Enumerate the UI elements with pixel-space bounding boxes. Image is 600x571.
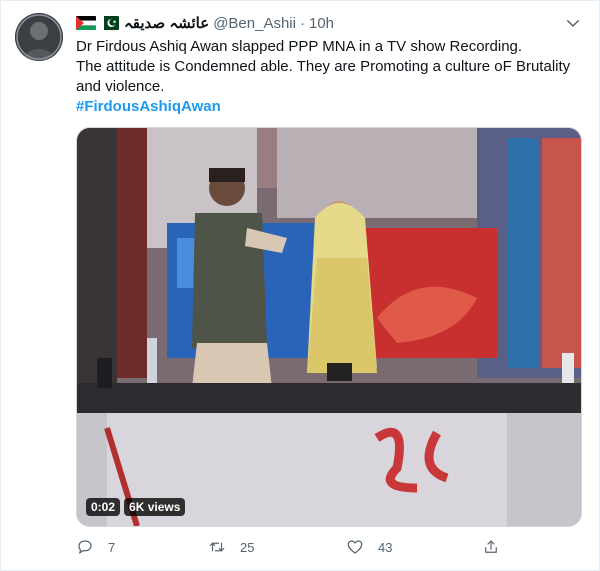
video-stats: 0:02 6K views	[86, 498, 186, 516]
retweet-icon	[209, 542, 225, 552]
separator-dot: ·	[299, 14, 305, 32]
pakistan-flag-icon	[99, 16, 119, 30]
user-handle[interactable]: @Ben_Ashii	[213, 15, 296, 32]
tweet-line-1: Dr Firdous Ashiq Awan slapped PPP MNA in…	[76, 38, 523, 55]
tweet-header: عائشہ صدیقہ @Ben_Ashii · 10h	[76, 13, 560, 33]
retweet-button[interactable]: 25	[208, 538, 254, 556]
reply-icon	[78, 540, 92, 554]
like-button[interactable]: 43	[346, 538, 392, 556]
video-thumbnail	[77, 128, 581, 526]
like-count: 43	[378, 539, 393, 555]
retweet-count: 25	[240, 539, 255, 555]
tweet-line-2: The attitude is Condemned able. They are…	[76, 58, 571, 75]
video-views: 6K views	[124, 498, 186, 516]
tweet-line-3: and violence.	[76, 78, 165, 95]
tweet-actions: 7 25 43	[76, 538, 497, 560]
hashtag-link[interactable]: #FirdousAshiqAwan	[76, 98, 221, 115]
heart-icon	[347, 540, 363, 554]
share-icon	[485, 540, 497, 553]
avatar-image	[15, 13, 63, 61]
reply-button[interactable]: 7	[76, 538, 115, 556]
timestamp[interactable]: 10h	[309, 15, 334, 32]
more-options-button[interactable]	[562, 12, 584, 34]
chevron-down-icon	[567, 20, 579, 27]
display-name[interactable]: عائشہ صدیقہ	[124, 14, 209, 32]
avatar[interactable]	[15, 13, 63, 61]
palestine-flag-icon	[76, 16, 96, 30]
video-player[interactable]: 0:02 6K views	[76, 127, 582, 527]
share-button[interactable]	[482, 538, 514, 556]
reply-count: 7	[108, 539, 116, 555]
tweet-text: Dr Firdous Ashiq Awan slapped PPP MNA in…	[76, 37, 576, 117]
video-duration: 0:02	[86, 498, 121, 516]
